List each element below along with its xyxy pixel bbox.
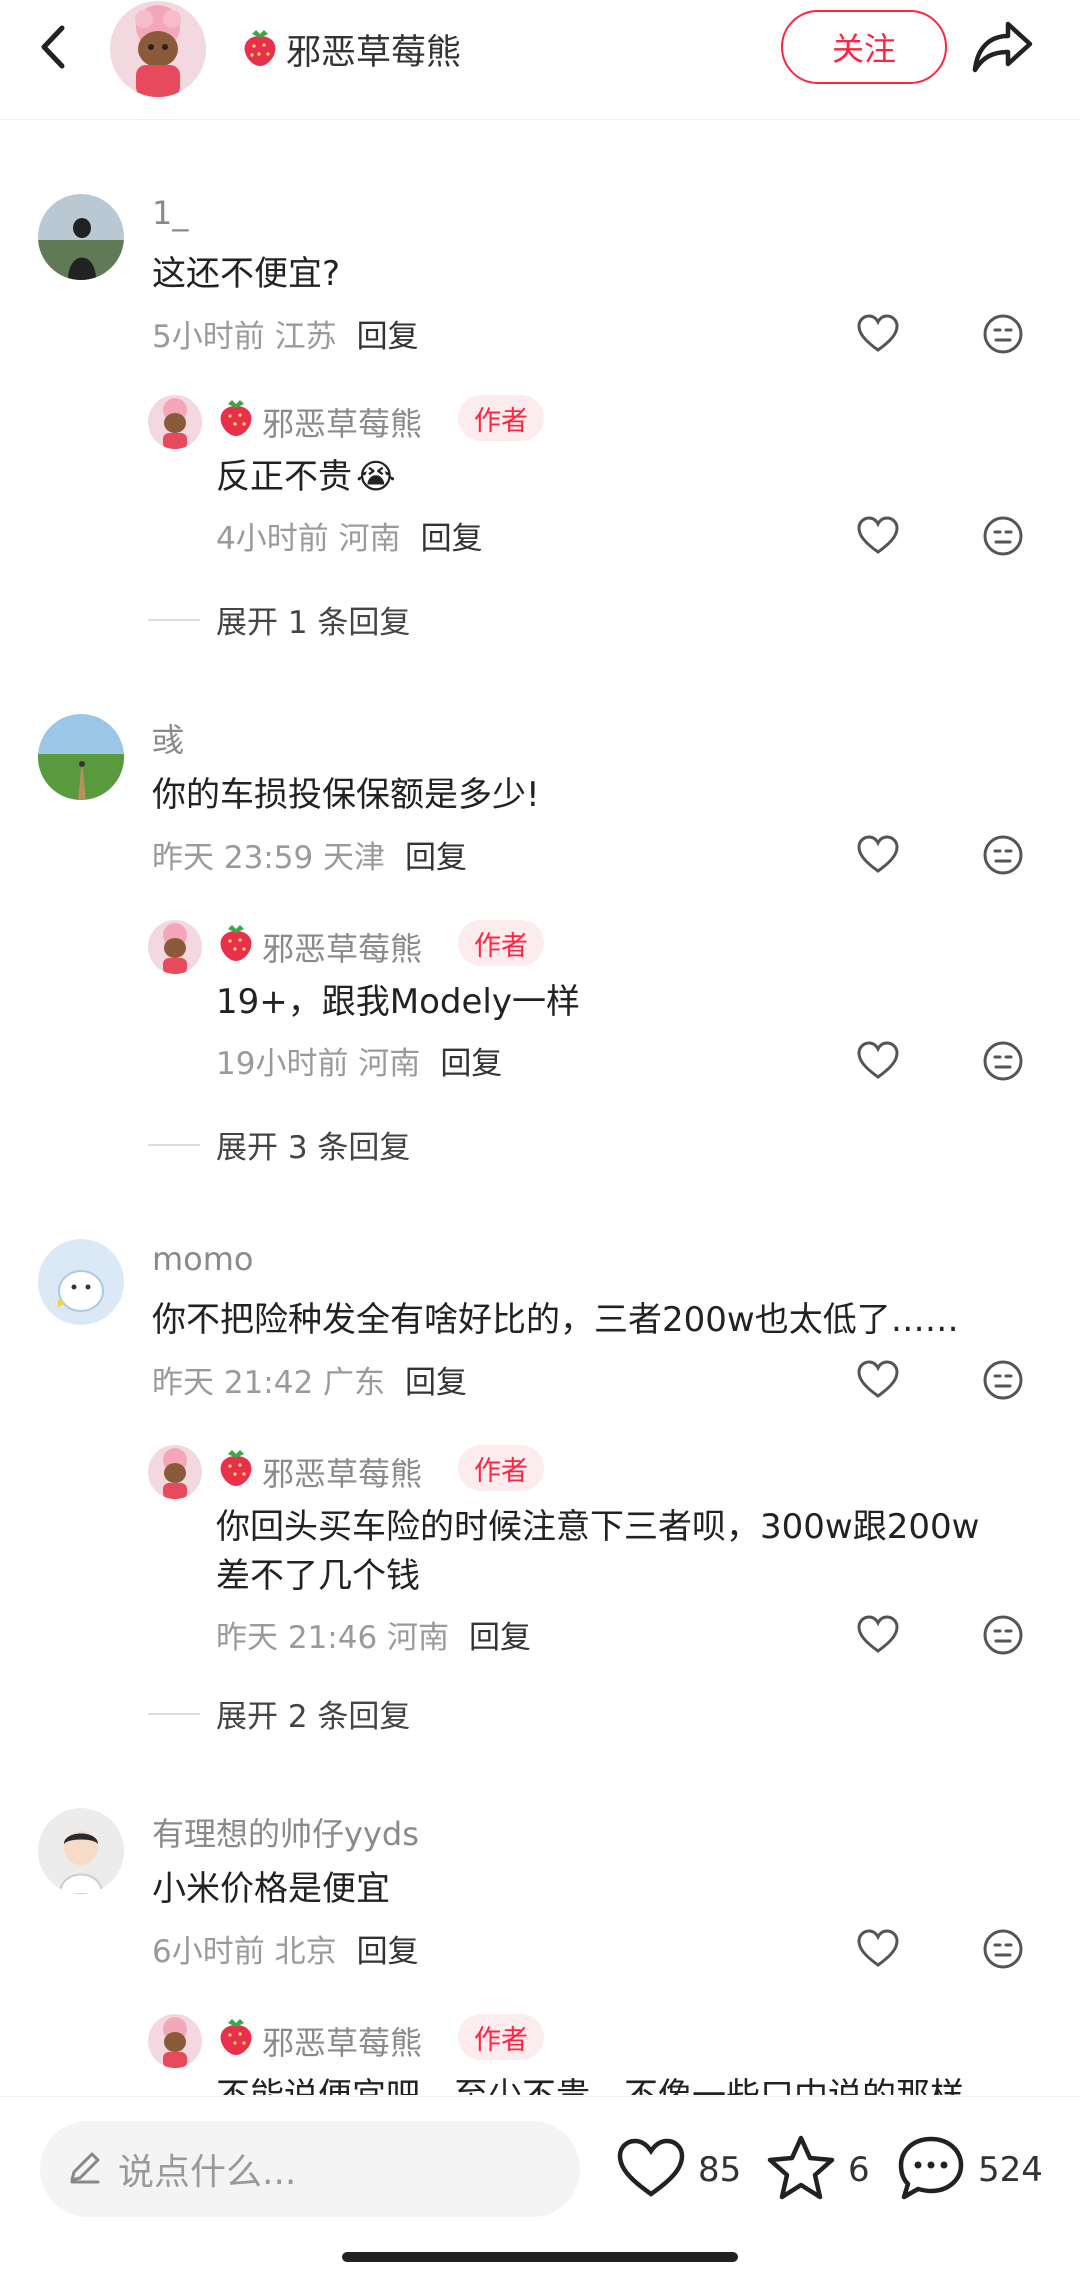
commenter-name[interactable]: 有理想的帅仔yyds — [152, 1809, 419, 1855]
expand-divider — [148, 619, 200, 621]
reply-time-location: 4小时前 河南 — [216, 521, 401, 557]
emoji-face-icon[interactable] — [981, 312, 1025, 356]
expand-replies-button[interactable]: 展开 2 条回复 — [216, 1691, 410, 1736]
comment-meta: 5小时前 江苏 回复 — [152, 311, 419, 356]
commenter-name[interactable]: momo — [152, 1240, 254, 1278]
emoji-face-icon[interactable] — [981, 514, 1025, 558]
reply-button[interactable]: 回复 — [357, 311, 419, 356]
author-name-group[interactable]: 邪恶草莓熊 — [240, 24, 461, 74]
emoji-face-icon[interactable] — [981, 833, 1025, 877]
author-tag-badge: 作者 — [458, 395, 544, 441]
strawberry-icon — [216, 1446, 256, 1492]
reply-time-location: 昨天 21:46 河南 — [216, 1620, 450, 1656]
commenter-avatar[interactable] — [38, 1808, 124, 1894]
share-icon[interactable] — [970, 18, 1036, 76]
collect-button[interactable]: 6 — [766, 2135, 870, 2205]
comment-count: 524 — [978, 2150, 1043, 2190]
heart-icon[interactable] — [856, 514, 900, 558]
expand-divider — [148, 1144, 200, 1146]
crying-emoji: 😭 — [356, 457, 396, 497]
comment-input[interactable]: 说点什么... — [40, 2121, 580, 2217]
expand-replies-button[interactable]: 展开 3 条回复 — [216, 1122, 410, 1167]
reply-author-name[interactable]: 邪恶草莓熊 — [262, 399, 422, 445]
comment-text[interactable]: 这还不便宜? — [152, 249, 340, 299]
comment-time-location: 昨天 21:42 广东 — [152, 1365, 386, 1401]
reply-author-name[interactable]: 邪恶草莓熊 — [262, 1449, 422, 1495]
reply-button[interactable]: 回复 — [357, 1926, 419, 1971]
emoji-face-icon[interactable] — [981, 1927, 1025, 1971]
emoji-face-icon[interactable] — [981, 1613, 1025, 1657]
commenter-name[interactable]: 彧 — [152, 715, 184, 761]
reply-time-location: 19小时前 河南 — [216, 1046, 421, 1082]
heart-icon[interactable] — [856, 1039, 900, 1083]
reply-meta: 昨天 21:46 河南 回复 — [216, 1612, 531, 1657]
heart-icon[interactable] — [856, 833, 900, 877]
home-indicator[interactable] — [342, 2252, 738, 2262]
strawberry-icon — [216, 396, 256, 442]
heart-icon[interactable] — [856, 312, 900, 356]
reply-author-name[interactable]: 邪恶草莓熊 — [262, 2018, 422, 2064]
reply-text-line-2[interactable]: 差不了几个钱 — [216, 1551, 420, 1601]
reply-meta: 4小时前 河南 回复 — [216, 513, 483, 558]
heart-icon[interactable] — [856, 1927, 900, 1971]
commenter-avatar[interactable] — [38, 714, 124, 800]
reply-button[interactable]: 回复 — [405, 832, 467, 877]
author-tag-badge: 作者 — [458, 2014, 544, 2060]
comment-text[interactable]: 你的车损投保保额是多少! — [152, 770, 540, 820]
heart-icon[interactable] — [856, 1358, 900, 1402]
reply-text: 反正不贵 — [216, 457, 352, 497]
comments-page: 邪恶草莓熊 关注 1_ 这还不便宜? 5小时前 江苏 回复 邪恶草莓熊 作者 反… — [0, 0, 1080, 2284]
comment-text[interactable]: 你不把险种发全有啥好比的，三者200w也太低了…… — [152, 1295, 959, 1345]
reply-button[interactable]: 回复 — [421, 513, 483, 558]
comment-time-location: 昨天 23:59 天津 — [152, 840, 386, 876]
author-avatar-small[interactable] — [148, 1445, 202, 1499]
author-tag-badge: 作者 — [458, 920, 544, 966]
comment-list: 1_ 这还不便宜? 5小时前 江苏 回复 邪恶草莓熊 作者 反正不贵 😭 4小时… — [0, 121, 1080, 2095]
author-name: 邪恶草莓熊 — [286, 32, 462, 73]
commenter-name[interactable]: 1_ — [152, 194, 188, 232]
star-icon — [766, 2134, 836, 2206]
author-avatar-small[interactable] — [148, 395, 202, 449]
heart-icon[interactable] — [856, 1613, 900, 1657]
comment-meta: 昨天 23:59 天津 回复 — [152, 832, 467, 877]
comment-time-location: 6小时前 北京 — [152, 1934, 337, 1970]
pencil-icon — [66, 2148, 104, 2190]
heart-icon — [616, 2136, 686, 2204]
commenter-avatar[interactable] — [38, 1239, 124, 1325]
comment-bubble-icon — [896, 2134, 966, 2206]
comment-time-location: 5小时前 江苏 — [152, 319, 337, 355]
like-count: 85 — [698, 2150, 742, 2190]
collect-count: 6 — [848, 2150, 870, 2190]
reply-meta: 19小时前 河南 回复 — [216, 1038, 502, 1083]
author-tag-badge: 作者 — [458, 1445, 544, 1491]
strawberry-icon — [216, 2015, 256, 2061]
expand-divider — [148, 1713, 200, 1715]
comment-count-button[interactable]: 524 — [896, 2135, 1043, 2205]
top-bar: 邪恶草莓熊 关注 — [0, 0, 1080, 120]
emoji-face-icon[interactable] — [981, 1039, 1025, 1083]
follow-button[interactable]: 关注 — [781, 10, 947, 84]
reply-text[interactable]: 19+，跟我Modely一样 — [216, 977, 580, 1027]
comment-meta: 6小时前 北京 回复 — [152, 1926, 419, 1971]
back-arrow-icon[interactable] — [30, 22, 80, 72]
author-avatar[interactable] — [110, 1, 206, 97]
author-avatar-small[interactable] — [148, 2014, 202, 2068]
commenter-avatar[interactable] — [38, 194, 124, 280]
comment-input-placeholder: 说点什么... — [118, 2152, 297, 2193]
reply-button[interactable]: 回复 — [405, 1357, 467, 1402]
reply-button[interactable]: 回复 — [469, 1612, 531, 1657]
like-button[interactable]: 85 — [616, 2135, 741, 2205]
strawberry-icon — [240, 26, 280, 72]
comment-text[interactable]: 小米价格是便宜 — [152, 1864, 390, 1914]
reply-text-group[interactable]: 反正不贵 😭 — [216, 452, 396, 502]
author-avatar-small[interactable] — [148, 920, 202, 974]
reply-text[interactable]: 不能说便宜吧，至少不贵，不像一些口中说的那样 — [216, 2071, 964, 2095]
reply-button[interactable]: 回复 — [440, 1038, 502, 1083]
emoji-face-icon[interactable] — [981, 1358, 1025, 1402]
comment-meta: 昨天 21:42 广东 回复 — [152, 1357, 467, 1402]
reply-author-name[interactable]: 邪恶草莓熊 — [262, 924, 422, 970]
expand-replies-button[interactable]: 展开 1 条回复 — [216, 597, 410, 642]
reply-text-line-1[interactable]: 你回头买车险的时候注意下三者呗，300w跟200w — [216, 1502, 979, 1552]
strawberry-icon — [216, 921, 256, 967]
